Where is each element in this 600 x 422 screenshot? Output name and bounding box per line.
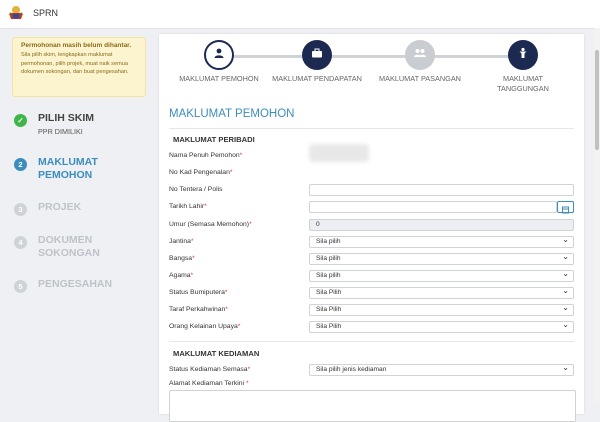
form-card: MAKLUMAT PEMOHON MAKLUMAT PENDAPATAN MAK…: [159, 34, 584, 422]
required-mark: *: [225, 306, 228, 313]
step-label: PENGESAHAN: [38, 278, 113, 290]
jantina-select[interactable]: Sila pilih: [309, 235, 574, 248]
step-label: DOKUMEN SOKONGAN: [38, 234, 100, 260]
residence-section-title: MAKLUMAT KEDIAMAN: [173, 349, 260, 358]
label-bangsa: Bangsa*: [169, 255, 195, 262]
label-agama: Agama*: [169, 272, 193, 279]
notice-body: Sila pilih skim, lengkapkan maklumat per…: [21, 52, 129, 76]
wizard-label: MAKLUMAT PENDAPATAN: [272, 74, 362, 83]
required-mark: *: [237, 323, 241, 330]
section-title: MAKLUMAT PEMOHON: [169, 108, 295, 120]
label-text: Agama: [169, 272, 191, 279]
required-mark: *: [204, 203, 207, 210]
required-mark: *: [190, 238, 194, 245]
taraf-select[interactable]: Sila Pilih: [309, 303, 574, 316]
calendar-icon: [562, 206, 569, 214]
label-tentera: No Tentera / Polis: [169, 186, 223, 193]
required-mark: *: [229, 169, 233, 176]
step-sublabel: PPR DIMILIKI: [38, 127, 83, 136]
label-bumiputera: Status Bumiputera*: [169, 289, 228, 296]
status-kediaman-select[interactable]: Sila pilih jenis kediaman: [309, 363, 574, 376]
label-text: Jantina: [169, 238, 191, 245]
top-navbar: SPRN: [0, 0, 600, 29]
step-number-2: 2: [14, 158, 27, 171]
label-text: Nama Penuh Pemohon: [169, 152, 240, 159]
step-label: MAKLUMAT PEMOHON: [38, 156, 98, 182]
step-number-5: 5: [14, 280, 27, 293]
wizard-step-pemohon[interactable]: [204, 40, 234, 70]
label-text: No Kad Pengenalan: [169, 169, 230, 176]
coat-of-arms-logo: [7, 4, 25, 22]
label-text: Alamat Kediaman Terkini: [169, 380, 245, 387]
step-label: PROJEK: [38, 201, 82, 213]
label-umur: Umur (Semasa Memohon)*: [169, 221, 252, 228]
label-ic: No Kad Pengenalan*: [169, 169, 233, 176]
app-title: SPRN: [33, 8, 59, 18]
required-mark: *: [249, 221, 252, 228]
oku-select[interactable]: Sila Pilih: [309, 320, 574, 333]
bangsa-select[interactable]: Sila pilih: [309, 252, 574, 265]
user-icon: [213, 46, 225, 64]
label-text: Bangsa: [169, 255, 193, 262]
label-text: Orang Kelainan Upaya: [169, 323, 238, 330]
step-number-4: 4: [14, 236, 27, 249]
bumiputera-select[interactable]: Sila Pilih: [309, 286, 574, 299]
required-mark: *: [190, 272, 194, 279]
required-mark: *: [244, 380, 249, 387]
briefcase-icon: [311, 46, 323, 64]
scrollbar[interactable]: [594, 28, 600, 403]
agama-select[interactable]: Sila pilih: [309, 269, 574, 282]
wizard-label: MAKLUMAT PEMOHON: [179, 74, 259, 83]
label-text: Status Bumiputera: [169, 289, 225, 296]
label-text: Umur (Semasa Memohon): [169, 221, 250, 228]
calendar-button[interactable]: [557, 201, 574, 214]
required-mark: *: [239, 152, 243, 159]
wizard-line: [234, 55, 516, 58]
required-mark: *: [247, 366, 251, 373]
label-text: Taraf Perkahwinan: [169, 306, 226, 313]
label-alamat: Alamat Kediaman Terkini *: [169, 380, 249, 387]
label-text: Tarikh Lahir: [169, 203, 205, 210]
wizard-label: MAKLUMAT PASANGAN: [379, 74, 461, 83]
wizard-step-pendapatan[interactable]: [302, 40, 332, 70]
scrollbar-thumb[interactable]: [595, 50, 599, 150]
label-tarikh: Tarikh Lahir*: [169, 203, 207, 210]
notice-title: Permohonan masih belum dihantar.: [21, 42, 132, 49]
redacted-name: [309, 144, 369, 162]
step-number-3: 3: [14, 203, 27, 216]
check-icon: ✓: [14, 114, 27, 127]
step-label-line1: DOKUMEN: [38, 234, 93, 246]
wizard-step-tanggungan[interactable]: [508, 40, 538, 70]
label-oku: Orang Kelainan Upaya*: [169, 323, 240, 330]
tarikh-lahir-input[interactable]: [309, 201, 557, 213]
step-label-line2: PEMOHON: [38, 169, 93, 182]
step-label-line1: MAKLUMAT: [38, 156, 98, 168]
required-mark: *: [224, 289, 228, 296]
required-mark: *: [192, 255, 195, 262]
no-tentera-input[interactable]: [309, 184, 574, 196]
label-nama: Nama Penuh Pemohon*: [169, 152, 242, 159]
label-text: Status Kediaman Semasa: [169, 366, 248, 373]
step-label: PILIH SKIM: [38, 112, 95, 124]
wizard-steps: MAKLUMAT PEMOHON MAKLUMAT PENDAPATAN MAK…: [159, 34, 584, 99]
wizard-step-pasangan[interactable]: [405, 40, 435, 70]
label-jantina: Jantina*: [169, 238, 194, 245]
divider: [169, 341, 574, 342]
users-icon: [413, 46, 427, 64]
umur-input: 0: [309, 219, 574, 231]
wizard-label: MAKLUMAT TANGGUNGAN: [468, 74, 578, 94]
alamat-textarea[interactable]: [169, 390, 576, 422]
status-notice: Permohonan masih belum dihantar. Sila pi…: [12, 37, 146, 97]
wizard-label-line2: TANGGUNGAN: [497, 84, 549, 94]
label-status-kediaman: Status Kediaman Semasa*: [169, 366, 250, 373]
label-taraf: Taraf Perkahwinan*: [169, 306, 228, 313]
personal-section-title: MAKLUMAT PERIBADI: [173, 135, 255, 144]
divider: [169, 128, 574, 129]
step-label-line2: SOKONGAN: [38, 247, 100, 260]
wizard-label-line1: MAKLUMAT: [502, 74, 543, 83]
child-icon: [517, 46, 529, 64]
